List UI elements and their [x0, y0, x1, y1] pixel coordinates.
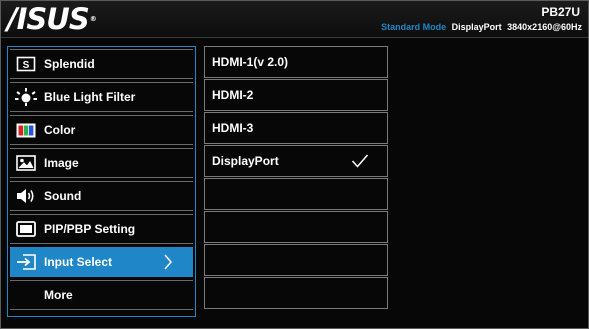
option-label: DisplayPort: [212, 154, 279, 168]
image-icon: [15, 154, 37, 172]
option-hdmi-2[interactable]: HDMI-2: [204, 79, 388, 111]
status-line: Standard Mode DisplayPort 3840x2160@60Hz: [381, 22, 582, 32]
color-icon: [15, 121, 37, 139]
osd-header: /ISUS® PB27U Standard Mode DisplayPort 3…: [1, 1, 588, 38]
menu-item-label: Blue Light Filter: [44, 90, 136, 104]
main-menu: S Splendid Blue Light Filter Color Image: [7, 46, 196, 317]
brand-logo: /ISUS®: [7, 2, 97, 36]
resolution-label: 3840x2160@60Hz: [507, 22, 582, 32]
menu-item-image[interactable]: Image: [10, 148, 193, 178]
brand-text: /ISUS: [7, 2, 90, 36]
option-empty: [204, 211, 388, 243]
menu-item-blue-light-filter[interactable]: Blue Light Filter: [10, 82, 193, 112]
pip-pbp-icon: [15, 220, 37, 238]
menu-item-color[interactable]: Color: [10, 115, 193, 145]
option-empty: [204, 277, 388, 309]
option-hdmi-3[interactable]: HDMI-3: [204, 112, 388, 144]
option-empty: [204, 244, 388, 276]
menu-item-label: More: [44, 288, 73, 302]
blue-light-filter-icon: [15, 88, 37, 106]
option-hdmi-1[interactable]: HDMI-1(v 2.0): [204, 46, 388, 78]
menu-item-label: Splendid: [44, 57, 95, 71]
menu-item-splendid[interactable]: S Splendid: [10, 49, 193, 79]
menu-item-pip-pbp-setting[interactable]: PIP/PBP Setting: [10, 214, 193, 244]
chevron-right-icon: [163, 254, 179, 270]
menu-item-input-select[interactable]: Input Select: [10, 247, 193, 277]
checkmark-icon: [351, 153, 369, 172]
model-name: PB27U: [541, 5, 580, 19]
option-label: HDMI-2: [212, 88, 254, 102]
option-label: HDMI-3: [212, 121, 254, 135]
option-label: HDMI-1(v 2.0): [212, 55, 289, 69]
splendid-icon: S: [15, 55, 37, 73]
sound-icon: [15, 187, 37, 205]
menu-item-label: Color: [44, 123, 76, 137]
svg-text:S: S: [23, 60, 30, 71]
menu-item-more[interactable]: More: [10, 280, 193, 310]
menu-item-label: PIP/PBP Setting: [44, 222, 136, 236]
menu-item-label: Input Select: [44, 255, 113, 269]
input-port-label: DisplayPort: [451, 22, 502, 32]
osd-screen: /ISUS® PB27U Standard Mode DisplayPort 3…: [0, 0, 589, 329]
menu-item-sound[interactable]: Sound: [10, 181, 193, 211]
menu-item-label: Image: [44, 156, 79, 170]
mode-label: Standard Mode: [381, 22, 447, 32]
option-displayport[interactable]: DisplayPort: [204, 145, 388, 177]
menu-item-label: Sound: [44, 189, 82, 203]
option-empty: [204, 178, 388, 210]
input-select-icon: [15, 253, 37, 271]
input-select-submenu: HDMI-1(v 2.0) HDMI-2 HDMI-3 DisplayPort: [204, 46, 388, 317]
